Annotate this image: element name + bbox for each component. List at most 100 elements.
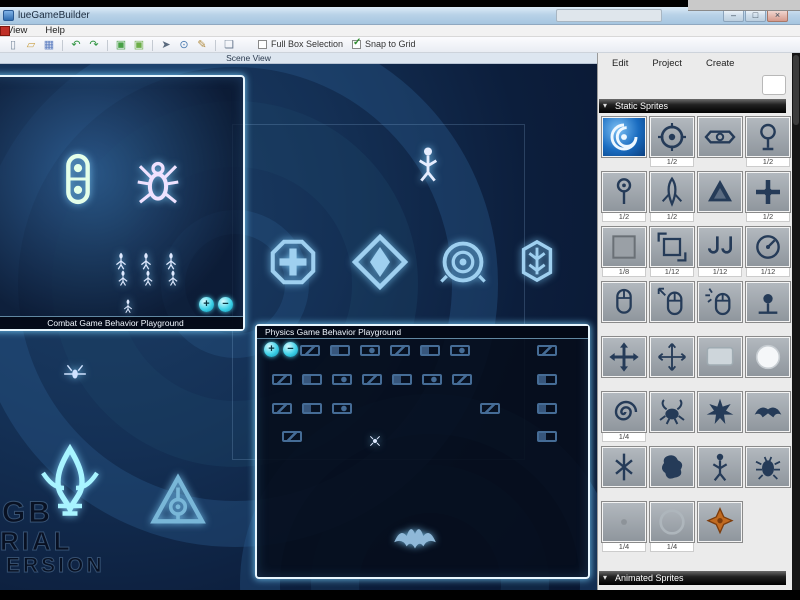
sprite-thumb-swirl[interactable] — [602, 117, 646, 157]
sprite-thumbnail[interactable] — [698, 337, 742, 377]
physics-sprite-icon[interactable] — [422, 374, 442, 385]
sprite-thumb-orb-stem[interactable]: 1/2 — [746, 117, 790, 167]
physics-sprite-icon[interactable] — [537, 403, 557, 414]
sprite-thumbnail[interactable] — [650, 337, 694, 377]
physics-sprite-icon[interactable] — [390, 345, 410, 356]
physics-sprite-icon[interactable] — [480, 403, 500, 414]
sprite-thumb-orange-ornament[interactable] — [698, 502, 742, 542]
sprite-thumbnail[interactable] — [746, 392, 790, 432]
physics-sprite-icon[interactable] — [360, 345, 380, 356]
physics-sprite-icon[interactable] — [362, 374, 382, 385]
menu-item-help[interactable]: Help — [43, 25, 67, 37]
sprite-thumb-crab[interactable] — [650, 392, 694, 432]
physics-sprite-icon[interactable] — [302, 374, 322, 385]
physics-sprite-icon[interactable] — [332, 403, 352, 414]
sprite-thumbnail[interactable] — [650, 227, 694, 267]
shield-glyph[interactable] — [514, 238, 560, 284]
physics-sprite-icon[interactable] — [302, 403, 322, 414]
full-box-selection-checkbox[interactable]: ✓ Full Box Selection — [258, 39, 343, 49]
combat-playground-panel[interactable]: Combat Game Behavior Playground + − — [0, 75, 245, 331]
sprite-thumbnail[interactable] — [602, 117, 646, 157]
sprite-thumbnail[interactable] — [650, 392, 694, 432]
sprite-thumbnail[interactable] — [602, 282, 646, 322]
sprite-thumbnail[interactable] — [650, 447, 694, 487]
sprite-thumb-tall-imp[interactable] — [698, 447, 742, 487]
mini-bug-sprite[interactable] — [367, 433, 383, 449]
sprite-thumb-ring-rune[interactable]: 1/2 — [650, 117, 694, 167]
sprite-thumb-move-arrows-outline[interactable] — [650, 337, 694, 377]
layers-tool-icon[interactable]: ❏ — [221, 38, 237, 52]
physics-sprite-icon[interactable] — [420, 345, 440, 356]
sprite-thumbnail[interactable] — [698, 392, 742, 432]
sprite-thumb-hex-capsule[interactable] — [698, 117, 742, 157]
new-file-icon[interactable]: ▯ — [5, 38, 21, 52]
checkbox-box[interactable]: ✓ — [258, 40, 267, 49]
sprite-thumbnail[interactable] — [746, 337, 790, 377]
imp-sprite[interactable] — [119, 297, 137, 315]
snap-to-grid-checkbox[interactable]: ✓ Snap to Grid — [352, 39, 416, 49]
sprite-thumb-mouse[interactable] — [602, 282, 646, 322]
target-rings-glyph[interactable] — [437, 236, 489, 288]
sprite-thumb-double-j[interactable]: 1/12 — [698, 227, 742, 277]
undo-icon[interactable]: ↶ — [68, 38, 84, 52]
physics-sprite-icon[interactable] — [332, 374, 352, 385]
sprite-thumb-blob[interactable] — [650, 447, 694, 487]
open-file-icon[interactable]: ▱ — [23, 38, 39, 52]
sprite-thumbnail[interactable] — [602, 172, 646, 212]
physics-sprite-icon[interactable] — [272, 403, 292, 414]
sprite-thumbnail[interactable] — [602, 502, 646, 542]
sprite-thumb-gray-square[interactable]: 1/8 — [602, 227, 646, 277]
checkbox-box[interactable]: ✓ — [352, 40, 361, 49]
sprite-thumbnail[interactable] — [746, 447, 790, 487]
sprite-thumbnail[interactable] — [746, 282, 790, 322]
sprite-thumb-spiky[interactable] — [698, 392, 742, 432]
add-image-icon[interactable]: ▣ — [113, 38, 129, 52]
sprite-thumbnail[interactable] — [602, 337, 646, 377]
paint-tool-icon[interactable]: ✎ — [194, 38, 210, 52]
sprite-thumb-white-circle[interactable] — [746, 337, 790, 377]
sprite-thumb-cross-orb[interactable]: 1/2 — [746, 172, 790, 222]
triangle-rune-glyph[interactable] — [149, 473, 207, 531]
sprite-thumbnail[interactable] — [746, 172, 790, 212]
sprite-thumbnail[interactable] — [698, 502, 742, 542]
sprite-thumb-pale-panel[interactable] — [698, 337, 742, 377]
sprite-thumbnail[interactable] — [698, 282, 742, 322]
zoom-in-button[interactable]: + — [199, 297, 214, 312]
sprite-thumb-ring-outline[interactable]: 1/4 — [650, 502, 694, 552]
sprite-thumb-move-arrows[interactable] — [602, 337, 646, 377]
scrollbar-thumb[interactable] — [793, 55, 799, 125]
physics-sprite-icon[interactable] — [330, 345, 350, 356]
sprite-thumbnail[interactable] — [698, 447, 742, 487]
sprite-thumbnail[interactable] — [602, 227, 646, 267]
wasp-sprite[interactable] — [62, 361, 88, 387]
capsule-sprite[interactable] — [49, 150, 107, 208]
imp-sprite[interactable] — [163, 268, 183, 288]
sprite-thumb-mouse-drag[interactable] — [650, 282, 694, 322]
physics-sprite-icon[interactable] — [450, 345, 470, 356]
tall-imp-sprite[interactable] — [408, 144, 448, 184]
sprite-thumbnail[interactable] — [698, 117, 742, 157]
sprite-thumb-pin-orb[interactable]: 1/2 — [602, 172, 646, 222]
spider-sprite[interactable] — [131, 155, 185, 209]
pointer-tool-icon[interactable]: ➤ — [158, 38, 174, 52]
physics-sprite-icon[interactable] — [537, 374, 557, 385]
panel-scrollbar[interactable] — [792, 53, 800, 590]
diamond-star-glyph[interactable] — [350, 232, 410, 292]
zoom-out-button[interactable]: − — [218, 297, 233, 312]
sprite-thumb-dark-triangle[interactable] — [698, 172, 742, 212]
sprite-thumbnail[interactable] — [698, 172, 742, 212]
sprite-thumbnail[interactable] — [746, 117, 790, 157]
physics-sprite-icon[interactable] — [452, 374, 472, 385]
sprite-thumbnail[interactable] — [650, 117, 694, 157]
sprite-thumbnail[interactable] — [698, 227, 742, 267]
sprite-thumb-rune-glyph[interactable] — [602, 447, 646, 487]
sprite-thumbnail[interactable] — [602, 392, 646, 432]
fleur-sprite[interactable] — [34, 446, 106, 518]
scene-view-tab[interactable]: Scene View — [0, 53, 597, 64]
physics-sprite-icon[interactable] — [272, 374, 292, 385]
sprite-thumbnail[interactable] — [650, 282, 694, 322]
save-file-icon[interactable]: ▦ — [41, 38, 57, 52]
sprite-thumb-beetle[interactable] — [746, 447, 790, 487]
sprite-thumbnail[interactable] — [746, 227, 790, 267]
physics-sprite-icon[interactable] — [300, 345, 320, 356]
